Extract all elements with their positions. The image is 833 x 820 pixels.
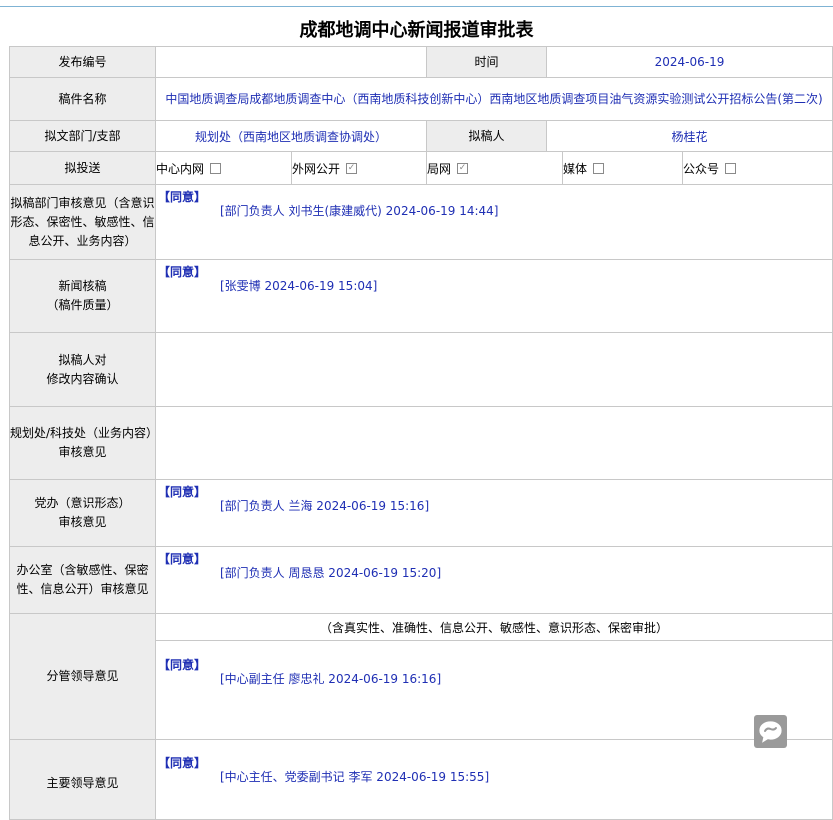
page-title: 成都地调中心新闻报道审批表 — [299, 20, 534, 41]
planning-review-label: 规划处/科技处（业务内容） 审核意见 — [9, 406, 159, 480]
checkbox-unchecked-icon[interactable] — [210, 162, 222, 174]
row-main-leader: 主要领导意见 【同意】 [中心主任、党委副书记 李军 2024-06-19 15… — [9, 739, 833, 820]
office-review-label: 办公室（含敏感性、保密性、信息公开）审核意见 — [9, 546, 156, 614]
chat-bubble-svg — [759, 721, 782, 743]
send-option-public[interactable]: 外网公开 ✓ — [291, 151, 427, 185]
agree-mark: 【同意】 — [158, 552, 207, 566]
manuscript-value: 中国地质调查局成都地质调查中心（西南地质科技创新中心）西南地区地质调查项目油气资… — [154, 77, 833, 121]
label-line: 修改内容确认 — [46, 371, 119, 386]
signature: [部门负责人 兰海 2024-06-19 15:16] — [220, 499, 430, 513]
publish-no-value — [155, 46, 427, 78]
row-author-confirm: 拟稿人对 修改内容确认 — [9, 332, 833, 407]
office-review-opinion: 【同意】 [部门负责人 周恳恳 2024-06-19 15:20] — [154, 546, 833, 614]
label-line: 新闻核稿 — [58, 279, 107, 293]
agree-mark: 【同意】 — [158, 485, 207, 499]
agree-mark: 【同意】 — [158, 756, 207, 770]
row-leader-note: 分管领导意见 （含真实性、准确性、信息公开、敏感性、意识形态、保密审批） — [9, 613, 833, 740]
row-news-review: 新闻核稿 （稿件质量） 【同意】 [张雯博 2024-06-19 15:04] — [9, 259, 833, 333]
main-leader-label: 主要领导意见 — [9, 739, 156, 820]
author-confirm-label: 拟稿人对 修改内容确认 — [9, 332, 156, 407]
row-planning-review: 规划处/科技处（业务内容） 审核意见 — [9, 406, 833, 480]
send-option-label: 媒体 — [563, 161, 588, 176]
party-review-opinion: 【同意】 [部门负责人 兰海 2024-06-19 15:16] — [154, 479, 833, 547]
author-label: 拟稿人 — [426, 120, 547, 152]
checkbox-checked-icon[interactable]: ✓ — [346, 162, 358, 174]
row-dept-review: 拟稿部门审核意见（含意识形态、保密性、敏感性、信息公开、业务内容） 【同意】 [… — [9, 184, 833, 260]
send-label: 拟投送 — [9, 151, 156, 185]
row-manuscript: 稿件名称 中国地质调查局成都地质调查中心（西南地质科技创新中心）西南地区地质调查… — [9, 77, 833, 121]
send-option-label: 外网公开 — [292, 161, 341, 176]
main-leader-opinion: 【同意】 [中心主任、党委副书记 李军 2024-06-19 15:55] — [154, 739, 833, 820]
time-label: 时间 — [426, 46, 547, 78]
label-line: 规划处/科技处（业务内容） — [10, 426, 159, 440]
top-divider — [0, 6, 833, 7]
department-value: 规划处（西南地区地质调查协调处） — [155, 120, 427, 152]
row-send: 拟投送 中心内网 外网公开 ✓ 局网 ✓ 媒体 公众号 — [9, 151, 833, 185]
author-confirm-opinion — [154, 332, 833, 407]
agree-mark: 【同意】 — [158, 265, 207, 279]
signature: [部门负责人 周恳恳 2024-06-19 15:20] — [220, 566, 442, 580]
checkbox-unchecked-icon[interactable] — [725, 162, 737, 174]
label-line: （稿件质量） — [46, 298, 119, 312]
label-line: 审核意见 — [58, 515, 107, 529]
row-publish-no: 发布编号 时间 2024-06-19 — [9, 46, 833, 78]
signature: [中心主任、党委副书记 李军 2024-06-19 15:55] — [220, 770, 490, 784]
send-option-label: 中心内网 — [156, 161, 205, 176]
checkbox-checked-icon[interactable]: ✓ — [457, 162, 469, 174]
checkbox-unchecked-icon[interactable] — [593, 162, 605, 174]
label-line: 审核意见 — [58, 445, 107, 459]
row-department: 拟文部门/支部 规划处（西南地区地质调查协调处） 拟稿人 杨桂花 — [9, 120, 833, 152]
label-line: 拟稿人对 — [58, 352, 107, 367]
planning-review-opinion — [154, 406, 833, 480]
party-review-label: 党办（意识形态） 审核意见 — [9, 479, 156, 547]
signature: [张雯博 2024-06-19 15:04] — [220, 279, 378, 293]
approval-form: 发布编号 时间 2024-06-19 稿件名称 中国地质调查局成都地质调查中心（… — [9, 46, 833, 820]
dept-review-opinion: 【同意】 [部门负责人 刘书生(康建威代) 2024-06-19 14:44] — [154, 184, 833, 260]
row-office-review: 办公室（含敏感性、保密性、信息公开）审核意见 【同意】 [部门负责人 周恳恳 2… — [9, 546, 833, 614]
send-option-label: 公众号 — [683, 161, 720, 176]
agree-mark: 【同意】 — [158, 658, 207, 672]
author-value: 杨桂花 — [545, 120, 833, 152]
signature: [中心副主任 廖忠礼 2024-06-19 16:16] — [220, 672, 442, 686]
dept-review-label: 拟稿部门审核意见（含意识形态、保密性、敏感性、信息公开、业务内容） — [9, 184, 156, 260]
news-review-label: 新闻核稿 （稿件质量） — [9, 259, 156, 333]
manuscript-label: 稿件名称 — [9, 77, 156, 121]
time-value: 2024-06-19 — [545, 46, 833, 78]
chat-bubble-icon[interactable] — [754, 715, 787, 748]
leader-review-note: （含真实性、准确性、信息公开、敏感性、意识形态、保密审批） — [154, 613, 833, 641]
send-option-media[interactable]: 媒体 — [562, 151, 683, 185]
send-option-wechat[interactable]: 公众号 — [681, 151, 833, 185]
leader-review-label: 分管领导意见 — [9, 613, 156, 740]
label-line: 党办（意识形态） — [34, 496, 131, 510]
signature: [部门负责人 刘书生(康建威代) 2024-06-19 14:44] — [220, 204, 499, 218]
department-label: 拟文部门/支部 — [9, 120, 156, 152]
send-option-label: 局网 — [427, 161, 452, 176]
send-option-bureau[interactable]: 局网 ✓ — [426, 151, 563, 185]
publish-no-label: 发布编号 — [9, 46, 156, 78]
row-party-review: 党办（意识形态） 审核意见 【同意】 [部门负责人 兰海 2024-06-19 … — [9, 479, 833, 547]
agree-mark: 【同意】 — [158, 190, 207, 204]
leader-review-opinion: 【同意】 [中心副主任 廖忠礼 2024-06-19 16:16] — [154, 640, 833, 740]
news-review-opinion: 【同意】 [张雯博 2024-06-19 15:04] — [154, 259, 833, 333]
send-option-intranet[interactable]: 中心内网 — [155, 151, 292, 185]
